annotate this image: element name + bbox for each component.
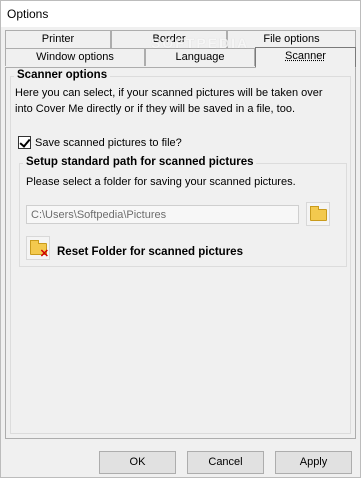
cancel-button[interactable]: Cancel [187, 451, 264, 474]
tab-label: File options [263, 33, 320, 45]
delete-x-icon: ✕ [39, 248, 49, 260]
apply-button[interactable]: Apply [275, 451, 352, 474]
tab-label: Scanner [285, 50, 326, 62]
tab-label: Window options [36, 51, 114, 63]
path-input[interactable] [26, 205, 299, 224]
reset-folder-button[interactable]: ✕ [26, 236, 50, 260]
path-group-title: Setup standard path for scanned pictures [23, 156, 257, 168]
ok-button[interactable]: OK [99, 451, 176, 474]
tab-label: Printer [41, 33, 75, 45]
path-instruction: Please select a folder for saving your s… [26, 176, 296, 188]
title-bar: Options [1, 1, 360, 27]
options-dialog: Options Printer Border File options SOFT… [0, 0, 361, 478]
scanner-tab-panel: Scanner options Here you can select, if … [5, 67, 356, 439]
scanner-description: Here you can select, if your scanned pic… [15, 87, 323, 115]
folder-icon [310, 206, 327, 221]
reset-folder-label[interactable]: Reset Folder for scanned pictures [57, 244, 243, 260]
tab-label: Language [175, 51, 225, 63]
tab-window-options[interactable]: Window options [5, 48, 145, 66]
save-scanned-checkbox-label[interactable]: Save scanned pictures to file? [35, 135, 182, 151]
scanner-options-title: Scanner options [14, 69, 111, 81]
watermark: SOFTPEDIA [151, 35, 250, 51]
window-title: Options [7, 7, 49, 21]
browse-folder-button[interactable] [306, 202, 330, 226]
tab-printer[interactable]: Printer [5, 30, 111, 48]
tab-scanner[interactable]: Scanner [255, 47, 356, 68]
dialog-button-bar: OK Cancel Apply [1, 444, 360, 477]
save-scanned-checkbox[interactable] [18, 136, 31, 149]
